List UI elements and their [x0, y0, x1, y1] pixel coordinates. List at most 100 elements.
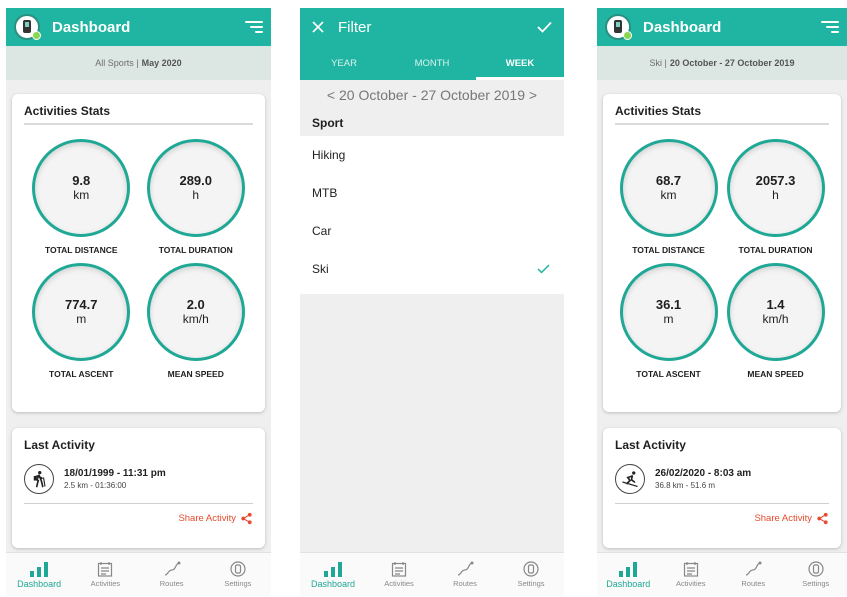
stat-label: TOTAL DURATION	[158, 245, 233, 255]
confirm-check-icon[interactable]	[537, 21, 552, 33]
card-title: Activities Stats	[24, 104, 253, 125]
share-activity-button[interactable]: Share Activity	[615, 512, 829, 525]
nav-dashboard[interactable]: Dashboard	[6, 553, 72, 596]
bar-chart-icon	[30, 561, 49, 577]
last-activity-card[interactable]: Last Activity 18/01/1999 - 11:31 pm 2.5 …	[12, 428, 265, 548]
stat-label: MEAN SPEED	[747, 369, 804, 379]
nav-dashboard[interactable]: Dashboard	[300, 553, 366, 596]
nav-dashboard[interactable]: Dashboard	[597, 553, 660, 596]
nav-label: Activities	[675, 579, 706, 588]
nav-label: Dashboard	[310, 578, 356, 589]
stat-mean-speed: 2.0 km/h MEAN SPEED	[139, 263, 254, 379]
page-title: Dashboard	[643, 18, 722, 36]
stat-total-distance: 68.7 km TOTAL DISTANCE	[615, 139, 722, 255]
sport-label: MTB	[312, 186, 338, 200]
nav-routes[interactable]: Routes	[139, 553, 205, 596]
stat-value: 68.7	[655, 173, 682, 188]
active-filter-bar: Ski | 20 October - 27 October 2019	[597, 46, 847, 80]
bar-chart-icon	[324, 561, 342, 577]
nav-label: Settings	[517, 579, 545, 588]
tab-week[interactable]: WEEK	[476, 46, 564, 80]
filter-icon[interactable]	[819, 19, 839, 35]
stat-total-duration: 2057.3 h TOTAL DURATION	[722, 139, 829, 255]
last-activity-meta: 36.8 km - 51.6 m	[655, 481, 716, 490]
page-title: Dashboard	[52, 18, 131, 36]
nav-activities[interactable]: Activities	[660, 553, 723, 596]
filter-scope: Ski |	[649, 58, 667, 68]
last-activity-date: 18/01/1999 - 11:31 pm	[64, 468, 166, 479]
stat-unit: h	[192, 188, 200, 202]
filter-period: May 2020	[141, 58, 182, 68]
period-tabs: YEAR MONTH WEEK	[300, 46, 564, 80]
selected-check-icon	[537, 264, 550, 274]
tab-month[interactable]: MONTH	[388, 46, 476, 80]
stat-unit: m	[663, 312, 674, 326]
sport-option-ski[interactable]: Ski	[300, 250, 564, 288]
stat-unit: km/h	[762, 312, 789, 326]
sport-section-header: Sport	[300, 110, 564, 136]
nav-routes[interactable]: Routes	[432, 553, 498, 596]
sport-option-car[interactable]: Car	[300, 212, 564, 250]
calendar-icon	[391, 562, 407, 577]
stat-total-duration: 289.0 h TOTAL DURATION	[139, 139, 254, 255]
share-activity-button[interactable]: Share Activity	[24, 512, 253, 525]
stat-unit: km/h	[182, 312, 209, 326]
stat-unit: km	[660, 188, 677, 202]
stat-ring: 1.4 km/h	[726, 263, 825, 361]
nav-settings[interactable]: Settings	[205, 553, 271, 596]
sport-option-mtb[interactable]: MTB	[300, 174, 564, 212]
last-activity-row[interactable]: 26/02/2020 - 8:03 am 36.8 km - 51.6 m	[615, 464, 829, 504]
stat-unit: m	[76, 312, 87, 326]
last-activity-date: 26/02/2020 - 8:03 am	[655, 468, 752, 479]
nav-activities[interactable]: Activities	[72, 553, 138, 596]
card-title: Activities Stats	[615, 104, 829, 125]
nav-activities[interactable]: Activities	[366, 553, 432, 596]
filter-icon[interactable]	[243, 19, 263, 35]
share-icon	[241, 512, 252, 525]
settings-icon	[230, 561, 246, 577]
share-icon	[817, 512, 828, 525]
stat-label: TOTAL ASCENT	[636, 369, 701, 379]
stat-ring: 9.8 km	[32, 139, 131, 237]
app-bar: Dashboard	[6, 8, 271, 46]
settings-icon	[808, 561, 824, 577]
stat-label: TOTAL DISTANCE	[632, 245, 705, 255]
calendar-icon	[98, 562, 113, 577]
stat-unit: km	[73, 188, 90, 202]
nav-label: Dashboard	[606, 578, 651, 589]
calendar-icon	[683, 562, 698, 577]
active-filter-bar: All Sports | May 2020	[6, 46, 271, 80]
nav-settings[interactable]: Settings	[785, 553, 847, 596]
close-icon[interactable]	[312, 21, 324, 33]
stat-total-ascent: 774.7 m TOTAL ASCENT	[24, 263, 139, 379]
last-activity-card[interactable]: Last Activity 26/02/2020 - 8:03 am 36.8 …	[603, 428, 841, 548]
nav-label: Dashboard	[17, 578, 62, 589]
stat-value: 1.4	[766, 297, 785, 312]
bar-chart-icon	[619, 561, 638, 577]
nav-label: Activities	[90, 579, 121, 588]
nav-label: Settings	[224, 579, 252, 588]
stat-unit: h	[772, 188, 779, 202]
tab-year[interactable]: YEAR	[300, 46, 388, 80]
bottom-nav: Dashboard Activities Routes Settings	[597, 552, 847, 596]
filter-screen: Filter YEAR MONTH WEEK < 20 October - 27…	[300, 8, 564, 596]
stat-total-distance: 9.8 km TOTAL DISTANCE	[24, 139, 139, 255]
date-range-label[interactable]: < 20 October - 27 October 2019 >	[327, 87, 537, 103]
filter-title: Filter	[338, 18, 372, 36]
date-range-selector[interactable]: < 20 October - 27 October 2019 >	[300, 80, 564, 110]
stat-value: 36.1	[655, 297, 682, 312]
stat-total-ascent: 36.1 m TOTAL ASCENT	[615, 263, 722, 379]
nav-settings[interactable]: Settings	[498, 553, 564, 596]
route-icon	[164, 561, 181, 576]
filter-app-bar: Filter	[300, 8, 564, 46]
nav-label: Routes	[453, 579, 477, 588]
stat-label: TOTAL DISTANCE	[44, 245, 118, 255]
sport-option-hiking[interactable]: Hiking	[300, 136, 564, 174]
sport-label: Car	[312, 224, 332, 238]
skiing-icon	[615, 464, 645, 494]
nav-routes[interactable]: Routes	[722, 553, 785, 596]
stat-ring: 289.0 h	[146, 139, 245, 237]
stat-ring: 36.1 m	[619, 263, 718, 361]
nav-label: Activities	[384, 579, 414, 588]
last-activity-row[interactable]: 18/01/1999 - 11:31 pm 2.5 km - 01:36:00	[24, 464, 253, 504]
